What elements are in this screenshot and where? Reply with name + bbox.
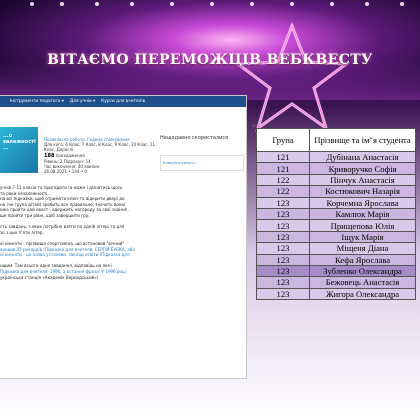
- group-cell: 123: [256, 287, 310, 301]
- student-name-cell: Корчемна Ярослава: [309, 196, 416, 209]
- table-row: 123 Зубленко Олександра: [256, 264, 416, 278]
- recent-user-card[interactable]: Клацніть одного…: [160, 155, 244, 171]
- table-row: 123 Бежовець Анастасія: [256, 276, 416, 289]
- student-name-cell: Криворучко Софія: [309, 162, 416, 175]
- table-row: 123 Корчемна Ярослава: [256, 196, 416, 209]
- nav-item-courses[interactable]: Курси для вчителів: [101, 99, 145, 104]
- group-cell: 123: [256, 196, 310, 209]
- pass-label: проходження: [55, 152, 85, 158]
- student-name-cell: Міщеня Діана: [309, 242, 416, 255]
- grades-text: Для кого: 6 Клас, 7 Клас, 8 Клас, 9 Клас…: [44, 142, 156, 153]
- student-name-cell: Прищепова Юлія: [309, 219, 416, 232]
- table-row: 123 Міщеня Діана: [256, 242, 416, 255]
- recent-users-panel: Нещодавно скористалися Клацніть одного…: [160, 135, 244, 171]
- quest-meta: Позакласна робота, Година спілкування Дл…: [44, 137, 156, 174]
- site-nav: Інструменти педагога ▾ Для учнів ▾ Курси…: [0, 96, 246, 107]
- group-cell: 121: [256, 162, 310, 175]
- header-student: Прізвище та ім"я студента: [309, 128, 416, 152]
- group-cell: 123: [256, 219, 310, 232]
- quest-description: учнів 7-11 класів та пригадати (а може і…: [0, 185, 160, 280]
- nav-item-students[interactable]: Для учнів ▾: [70, 99, 95, 104]
- table-row: 123 Жигора Олександра: [256, 287, 416, 301]
- table-row: 122 Пінчук Анастасія: [256, 173, 416, 187]
- header-group: Група: [256, 128, 310, 152]
- group-cell: 123: [256, 207, 310, 221]
- recent-users-heading: Нещодавно скористалися: [160, 135, 229, 141]
- quest-thumbnail[interactable]: ...о залежності ...: [0, 127, 38, 173]
- student-name-cell: Жигора Олександра: [309, 287, 416, 301]
- student-name-cell: Бежовець Анастасія: [309, 276, 416, 289]
- table-row: 121 Криворучко Софія: [256, 162, 416, 175]
- nav-item-teacher-tools[interactable]: Інструменти педагога ▾: [10, 99, 64, 104]
- group-cell: 123: [256, 276, 310, 289]
- group-cell: 123: [256, 242, 310, 255]
- browser-screenshot: Інструменти педагога ▾ Для учнів ▾ Курси…: [0, 96, 246, 378]
- student-name-cell: Камлюк Марія: [309, 207, 416, 221]
- student-name-cell: Іщук Марія: [309, 230, 416, 244]
- table-row: 123 Камлюк Марія: [256, 207, 416, 221]
- table-row: 123 Іщук Марія: [256, 230, 416, 244]
- table-row: 121 Дубінана Анастасія: [256, 150, 416, 164]
- table-row: 122 Костюкович Назарія: [256, 185, 416, 198]
- group-cell: 123: [256, 253, 310, 266]
- table-row: 123 Кефа Ярослава: [256, 253, 416, 266]
- winners-table: Група Прізвище та ім"я студента 121 Дубін…: [256, 128, 416, 301]
- student-name-cell: Дубінана Анастасія: [309, 150, 416, 164]
- student-name-cell: Зубленко Олександра: [309, 264, 416, 278]
- date-text: 26.08.2021 • 144 • 0: [44, 169, 87, 175]
- group-cell: 123: [256, 264, 310, 278]
- student-name-cell: Кефа Ярослава: [309, 253, 416, 266]
- group-cell: 122: [256, 185, 310, 198]
- group-cell: 123: [256, 230, 310, 244]
- group-cell: 121: [256, 150, 310, 164]
- stage-lights: [0, 0, 420, 20]
- description-line: українська станція «Академік Вернадський…: [0, 274, 99, 280]
- student-name-cell: Костюкович Назарія: [309, 185, 416, 198]
- star-icon: [233, 22, 351, 132]
- group-cell: 122: [256, 173, 310, 187]
- slide-title: ВІТАЄМО ПЕРЕМОЖЦІВ ВЕБКВЕСТУ: [47, 52, 373, 68]
- table-row: 123 Прищепова Юлія: [256, 219, 416, 232]
- student-name-cell: Пінчук Анастасія: [309, 173, 416, 187]
- pass-count: 188: [44, 152, 55, 159]
